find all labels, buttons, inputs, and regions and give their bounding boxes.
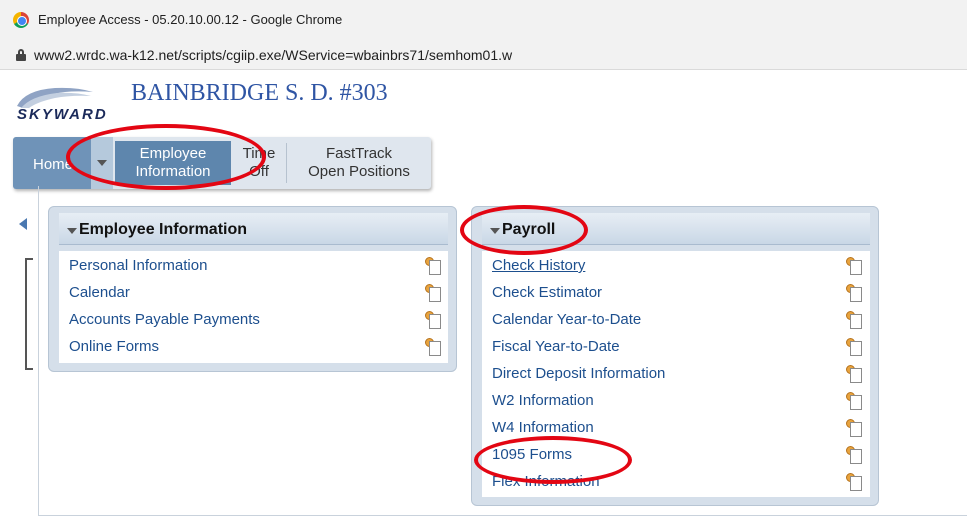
skyward-logo: SKYWARD bbox=[15, 80, 125, 130]
address-bar[interactable]: www2.wrdc.wa-k12.net/scripts/cgiip.exe/W… bbox=[0, 40, 967, 70]
link-w2-information[interactable]: W2 Information bbox=[492, 392, 594, 409]
list-item[interactable]: Calendar Year-to-Date bbox=[482, 307, 870, 334]
window-title: Employee Access - 05.20.10.00.12 - Googl… bbox=[38, 12, 343, 27]
document-icon[interactable] bbox=[846, 338, 862, 356]
document-icon[interactable] bbox=[846, 311, 862, 329]
lock-icon[interactable] bbox=[16, 49, 26, 61]
list-item[interactable]: W2 Information bbox=[482, 388, 870, 415]
browser-title-bar: Employee Access - 05.20.10.00.12 - Googl… bbox=[0, 0, 967, 40]
link-calendar-year-to-date[interactable]: Calendar Year-to-Date bbox=[492, 311, 641, 328]
document-icon[interactable] bbox=[846, 257, 862, 275]
link-personal-information[interactable]: Personal Information bbox=[69, 257, 207, 274]
nav-fasttrack-line2: Open Positions bbox=[308, 163, 410, 180]
chrome-logo-icon bbox=[13, 12, 29, 28]
skyward-swoosh-icon bbox=[17, 87, 93, 108]
link-check-history[interactable]: Check History bbox=[492, 257, 585, 274]
list-item[interactable]: Calendar bbox=[59, 280, 448, 307]
list-item[interactable]: Check Estimator bbox=[482, 280, 870, 307]
employee-panel-body: Personal Information Calendar Accounts P… bbox=[59, 251, 448, 363]
district-title: BAINBRIDGE S. D. #303 bbox=[131, 80, 388, 106]
link-calendar[interactable]: Calendar bbox=[69, 284, 130, 301]
document-icon[interactable] bbox=[846, 473, 862, 491]
list-item[interactable]: Direct Deposit Information bbox=[482, 361, 870, 388]
document-icon[interactable] bbox=[846, 284, 862, 302]
annotation-ellipse-payroll bbox=[460, 205, 588, 255]
document-icon[interactable] bbox=[425, 257, 441, 275]
url-text[interactable]: www2.wrdc.wa-k12.net/scripts/cgiip.exe/W… bbox=[34, 47, 512, 63]
link-check-estimator[interactable]: Check Estimator bbox=[492, 284, 602, 301]
list-item[interactable]: Online Forms bbox=[59, 334, 448, 361]
chevron-down-icon bbox=[67, 228, 77, 234]
list-item[interactable]: Accounts Payable Payments bbox=[59, 307, 448, 334]
annotation-ellipse-1095-forms bbox=[474, 436, 632, 484]
link-w4-information[interactable]: W4 Information bbox=[492, 419, 594, 436]
nav-tab-fasttrack[interactable]: FastTrack Open Positions bbox=[290, 141, 428, 185]
document-icon[interactable] bbox=[425, 284, 441, 302]
document-icon[interactable] bbox=[846, 365, 862, 383]
nav-separator bbox=[286, 143, 287, 183]
employee-panel-header[interactable]: Employee Information bbox=[59, 213, 448, 245]
employee-information-panel: Employee Information Personal Informatio… bbox=[48, 206, 457, 372]
list-item[interactable]: Check History bbox=[482, 253, 870, 280]
employee-panel-title: Employee Information bbox=[79, 221, 248, 238]
skyward-logo-text: SKYWARD bbox=[17, 106, 108, 123]
annotation-ellipse-employee-information bbox=[66, 124, 266, 190]
document-icon[interactable] bbox=[425, 311, 441, 329]
link-online-forms[interactable]: Online Forms bbox=[69, 338, 159, 355]
document-icon[interactable] bbox=[846, 419, 862, 437]
document-icon[interactable] bbox=[425, 338, 441, 356]
link-direct-deposit-information[interactable]: Direct Deposit Information bbox=[492, 365, 665, 382]
link-accounts-payable-payments[interactable]: Accounts Payable Payments bbox=[69, 311, 260, 328]
link-fiscal-year-to-date[interactable]: Fiscal Year-to-Date bbox=[492, 338, 620, 355]
collapse-arrow-icon[interactable] bbox=[19, 218, 27, 230]
nav-fasttrack-line1: FastTrack bbox=[325, 145, 393, 162]
document-icon[interactable] bbox=[846, 446, 862, 464]
list-item[interactable]: Personal Information bbox=[59, 253, 448, 280]
document-icon[interactable] bbox=[846, 392, 862, 410]
list-item[interactable]: Fiscal Year-to-Date bbox=[482, 334, 870, 361]
side-bracket bbox=[25, 258, 33, 370]
